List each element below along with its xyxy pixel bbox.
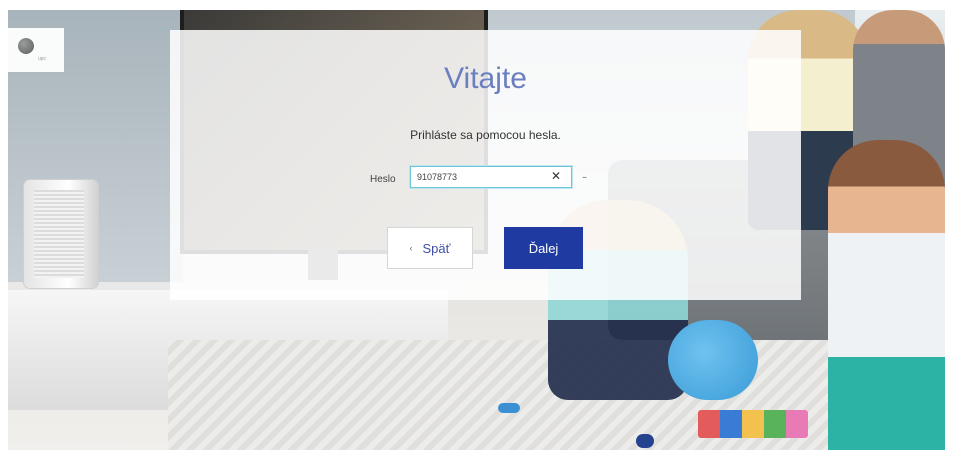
chevron-left-icon: ‹	[409, 243, 413, 253]
password-input[interactable]	[417, 170, 537, 184]
router-grill	[34, 190, 84, 278]
page-title: Vitajte	[444, 62, 527, 95]
back-button[interactable]: ‹ Späť	[387, 227, 473, 269]
background-boy	[828, 140, 945, 450]
field-dash: –	[582, 172, 587, 183]
login-dialog: Vitajte Prihláste sa pomocou hesla. Hesl…	[170, 30, 801, 300]
background-router-device	[24, 180, 98, 288]
brand-logo: upc	[8, 28, 64, 72]
clear-icon[interactable]: ✕	[551, 169, 561, 183]
background-plush-toy	[668, 320, 758, 400]
background-small-toy	[636, 434, 654, 448]
password-label: Heslo	[370, 174, 396, 185]
logo-text: upc	[38, 56, 47, 62]
password-field[interactable]: ✕	[410, 166, 572, 188]
background-small-toy	[498, 403, 520, 413]
background-toy-blocks	[698, 410, 808, 438]
next-button[interactable]: Ďalej	[504, 227, 583, 269]
upc-globe-icon	[18, 38, 34, 54]
next-button-label: Ďalej	[528, 240, 559, 256]
back-button-label: Späť	[422, 240, 451, 256]
login-instructions: Prihláste sa pomocou hesla.	[410, 128, 561, 142]
